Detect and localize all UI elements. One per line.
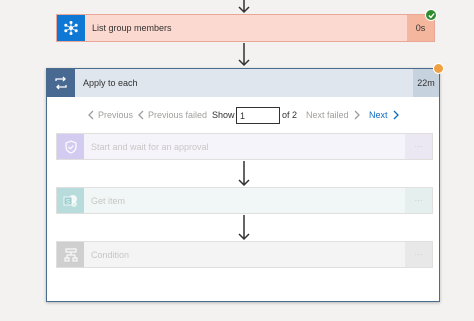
connector-arrow	[238, 161, 250, 187]
action-label: Get item	[91, 195, 126, 206]
previous-button[interactable]: Previous	[87, 106, 133, 124]
action-label: Apply to each	[83, 78, 138, 88]
next-label: Next	[369, 110, 388, 120]
show-label: Show	[212, 110, 235, 120]
more-options-icon[interactable]: ···	[405, 134, 432, 159]
connector-arrow	[238, 43, 250, 67]
loop-icon	[47, 69, 75, 97]
success-check-icon	[425, 9, 437, 21]
svg-text:S: S	[65, 199, 69, 205]
azure-ad-icon	[57, 15, 85, 41]
action-label: List group members	[92, 23, 172, 33]
action-label: Condition	[91, 249, 130, 260]
chevron-right-icon	[354, 110, 360, 120]
action-label: Start and wait for an approval	[91, 141, 209, 152]
approval-icon	[57, 134, 84, 159]
more-options-icon[interactable]: ···	[405, 242, 432, 267]
approval-action[interactable]: Start and wait for an approval ···	[56, 133, 433, 160]
apply-to-each-header[interactable]: Apply to each 22m	[47, 69, 439, 97]
condition-icon	[57, 242, 84, 267]
previous-failed-button[interactable]: Previous failed	[137, 106, 207, 124]
more-options-icon[interactable]: ···	[405, 188, 432, 213]
page-total-label: of 2	[282, 110, 298, 120]
chevron-right-icon	[393, 110, 399, 120]
iteration-number-input[interactable]	[236, 107, 280, 124]
chevron-left-icon	[138, 110, 144, 120]
next-button[interactable]: Next	[369, 106, 400, 124]
condition-action[interactable]: Condition ···	[56, 241, 433, 268]
previous-failed-label: Previous failed	[148, 110, 208, 120]
get-item-action[interactable]: S Get item ···	[56, 187, 433, 214]
sharepoint-icon: S	[57, 188, 84, 213]
connector-arrow	[238, 0, 250, 14]
chevron-left-icon	[88, 110, 94, 120]
next-failed-label: Next failed	[306, 110, 349, 120]
previous-label: Previous	[98, 110, 134, 120]
list-group-members-action[interactable]: List group members 0s	[56, 14, 435, 42]
connector-arrow	[238, 215, 250, 241]
warning-status-icon	[433, 63, 444, 74]
next-failed-button[interactable]: Next failed	[306, 106, 361, 124]
